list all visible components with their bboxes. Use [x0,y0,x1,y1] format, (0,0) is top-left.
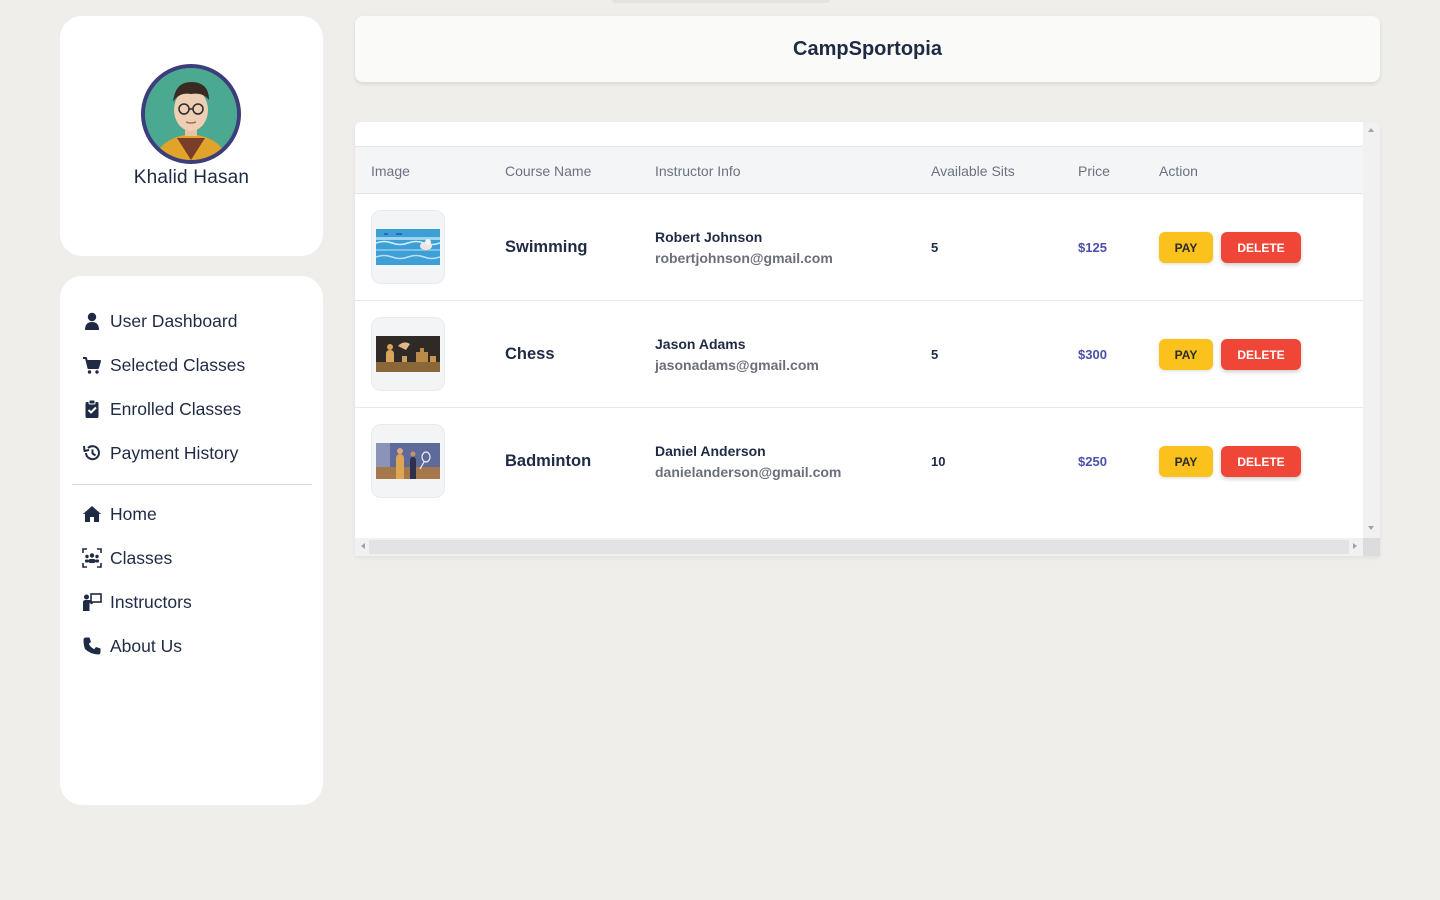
table-row: Swimming Robert Johnson robertjohnson@gm… [355,194,1363,301]
nav-label: Enrolled Classes [110,398,242,419]
top-tab-indicator [612,0,830,3]
header-available-sits: Available Sits [931,163,1015,179]
available-sits: 5 [931,347,939,362]
profile-card: Khalid Hasan [60,16,323,256]
delete-button[interactable]: DELETE [1221,232,1301,263]
nav-label: About Us [110,635,182,656]
nav-divider [72,484,312,485]
scroll-right-arrow-icon[interactable] [1353,543,1357,549]
nav-selected-classes[interactable]: Selected Classes [82,351,245,379]
header-course-name: Course Name [505,163,592,179]
selected-classes-table: Image Course Name Instructor Info Availa… [355,122,1380,556]
instructor-name: Daniel Anderson [655,443,766,459]
page-header: CampSportopia [355,16,1380,82]
nav-enrolled-classes[interactable]: Enrolled Classes [82,395,241,423]
swimming-image [376,229,440,265]
scrollbar-corner [1363,538,1380,556]
instructor-email: danielanderson@gmail.com [655,464,842,480]
home-icon [83,506,101,522]
nav-label: Home [110,503,157,524]
header-price: Price [1078,163,1110,179]
nav-instructors[interactable]: Instructors [82,588,192,616]
pay-button[interactable]: PAY [1159,446,1213,477]
phone-icon [83,637,101,655]
cart-icon [83,357,101,374]
delete-button[interactable]: DELETE [1221,446,1301,477]
course-name: Chess [505,345,555,363]
table-row: Chess Jason Adams jasonadams@gmail.com 5… [355,301,1363,408]
course-thumbnail [371,424,445,498]
price: $300 [1078,347,1107,362]
scroll-left-arrow-icon[interactable] [361,543,365,549]
instructor-email: jasonadams@gmail.com [655,357,819,373]
group-icon [82,548,102,568]
instructor-name: Robert Johnson [655,229,763,245]
price: $250 [1078,454,1107,469]
pay-button[interactable]: PAY [1159,339,1213,370]
instructor-name: Jason Adams [655,336,746,352]
badminton-image [376,443,440,479]
avatar [141,64,241,164]
nav-label: Instructors [110,591,192,612]
nav-home[interactable]: Home [82,500,157,528]
course-name: Badminton [505,452,592,470]
header-image: Image [371,163,410,179]
instructor-email: robertjohnson@gmail.com [655,250,833,266]
nav-label: Payment History [110,442,239,463]
course-thumbnail [371,317,445,391]
chess-image [376,336,440,372]
nav-label: User Dashboard [110,310,238,331]
available-sits: 10 [931,454,946,469]
price: $125 [1078,240,1107,255]
nav-classes[interactable]: Classes [82,544,172,572]
sidebar-nav: User Dashboard Selected Classes Enrolled… [60,276,323,805]
pay-button[interactable]: PAY [1159,232,1213,263]
delete-button[interactable]: DELETE [1221,339,1301,370]
user-icon [85,312,99,330]
course-name: Swimming [505,238,588,256]
scroll-down-arrow-icon[interactable] [1368,526,1374,530]
horizontal-scroll-thumb[interactable] [369,540,1349,554]
horizontal-scrollbar[interactable] [355,538,1363,556]
table-row: Badminton Daniel Anderson danielanderson… [355,408,1363,515]
nav-about-us[interactable]: About Us [82,632,182,660]
course-thumbnail [371,210,445,284]
header-action: Action [1159,163,1198,179]
nav-label: Selected Classes [110,354,246,375]
clipboard-check-icon [85,399,99,418]
history-icon [83,445,100,461]
nav-user-dashboard[interactable]: User Dashboard [82,307,237,335]
table-header: Image Course Name Instructor Info Availa… [355,146,1363,194]
available-sits: 5 [931,240,939,255]
nav-label: Classes [110,547,173,568]
nav-payment-history[interactable]: Payment History [82,439,238,467]
vertical-scrollbar[interactable] [1363,122,1380,538]
header-instructor-info: Instructor Info [655,163,741,179]
scroll-up-arrow-icon[interactable] [1368,128,1374,132]
user-name: Khalid Hasan [133,167,250,188]
avatar-portrait [145,68,237,160]
app-title: CampSportopia [793,37,942,60]
instructor-icon [83,593,102,611]
